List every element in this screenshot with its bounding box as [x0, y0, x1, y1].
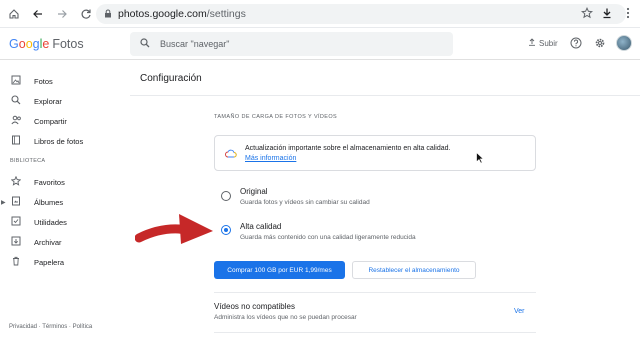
storage-notice: Actualización importante sobre el almace… — [214, 135, 536, 171]
radio-high-quality[interactable] — [221, 225, 231, 235]
menu-icon[interactable] — [618, 3, 638, 23]
section-title: TAMAÑO DE CARGA DE FOTOS Y VÍDEOS — [214, 114, 338, 120]
url-host: photos.google.com — [118, 8, 207, 20]
search-icon — [140, 37, 150, 51]
sidebar-item-utilidades[interactable]: Utilidades — [10, 215, 67, 229]
trash-icon — [10, 256, 22, 268]
avatar[interactable] — [616, 35, 632, 51]
upload-icon — [528, 38, 536, 48]
back-icon[interactable] — [30, 6, 46, 22]
option-desc-high-quality: Guarda más contenido con una calidad lig… — [240, 234, 416, 241]
sidebar-item-label: Libros de fotos — [34, 136, 84, 146]
download-icon[interactable] — [597, 3, 617, 23]
sidebar-item-label: Explorar — [34, 96, 62, 106]
logo-product: Fotos — [52, 37, 84, 51]
cloud-icon — [225, 149, 237, 161]
archive-icon — [10, 236, 22, 248]
unsupported-videos-title: Vídeos no compatibles — [214, 302, 295, 311]
option-desc-original: Guarda fotos y vídeos sin cambiar su cal… — [240, 199, 370, 206]
book-icon — [10, 135, 22, 147]
sidebar-item-label: Archivar — [34, 237, 62, 247]
upload-label: Subir — [539, 38, 558, 48]
help-icon[interactable] — [569, 36, 583, 50]
sidebar-item-label: Fotos — [34, 76, 53, 86]
sidebar-item-libros[interactable]: Libros de fotos — [10, 134, 83, 148]
search-input[interactable]: Buscar "navegar" — [130, 32, 453, 56]
sidebar-item-label: Compartir — [34, 116, 67, 126]
option-label-original: Original — [240, 187, 268, 196]
address-bar[interactable]: photos.google.com/settings — [96, 4, 626, 24]
sidebar-item-compartir[interactable]: Compartir — [10, 114, 67, 128]
sidebar-item-albumes[interactable]: Álbumes — [10, 195, 63, 209]
browser-toolbar: photos.google.com/settings — [0, 0, 640, 28]
sidebar-item-label: Favoritos — [34, 177, 65, 187]
lock-icon — [104, 9, 112, 20]
sidebar: Fotos Explorar Compartir Libros de fotos… — [0, 60, 130, 345]
sidebar-item-archivar[interactable]: Archivar — [10, 235, 62, 249]
restore-storage-button[interactable]: Restablecer el almacenamiento — [352, 261, 476, 279]
buy-storage-button[interactable]: Comprar 100 GB por EUR 1,99/mes — [214, 261, 345, 279]
google-photos-logo[interactable]: Google Fotos — [9, 37, 84, 51]
bookmark-star-icon[interactable] — [577, 3, 597, 23]
mouse-cursor-icon — [476, 152, 484, 164]
radio-original[interactable] — [221, 191, 231, 201]
upload-button[interactable]: Subir — [528, 38, 558, 48]
sidebar-item-explorar[interactable]: Explorar — [10, 94, 62, 108]
people-icon — [10, 115, 22, 127]
sidebar-item-papelera[interactable]: Papelera — [10, 255, 64, 269]
learn-more-link[interactable]: Más información — [245, 155, 296, 162]
sidebar-item-favoritos[interactable]: Favoritos — [10, 175, 65, 189]
home-icon[interactable] — [6, 6, 22, 22]
sidebar-item-label: Utilidades — [34, 217, 67, 227]
search-placeholder: Buscar "navegar" — [160, 39, 230, 49]
view-unsupported-link[interactable]: Ver — [514, 308, 525, 315]
expand-caret-icon[interactable]: ▶ — [1, 199, 6, 206]
url-path: /settings — [206, 8, 246, 20]
sidebar-item-label: Papelera — [34, 257, 65, 267]
unsupported-videos-desc: Administra los vídeos que no se puedan p… — [214, 314, 357, 321]
divider — [130, 95, 640, 96]
divider — [214, 332, 536, 333]
reload-icon[interactable] — [78, 6, 94, 22]
sidebar-item-fotos[interactable]: Fotos — [10, 74, 53, 88]
album-icon — [10, 196, 22, 208]
forward-icon[interactable] — [54, 6, 70, 22]
settings-gear-icon[interactable] — [593, 36, 607, 50]
sidebar-section-label: BIBLIOTECA — [10, 158, 46, 164]
search-icon — [10, 95, 22, 107]
app-header: Google Fotos Buscar "navegar" Subir — [0, 28, 640, 60]
star-icon — [10, 175, 22, 188]
divider — [214, 292, 536, 293]
annotation-arrow-icon — [135, 214, 213, 244]
option-label-high-quality: Alta calidad — [240, 222, 282, 231]
footer-links[interactable]: Privacidad · Términos · Política — [9, 324, 92, 330]
notice-text: Actualización importante sobre el almace… — [245, 145, 451, 152]
page-title: Configuración — [140, 73, 202, 84]
utilities-icon — [10, 216, 22, 228]
photo-icon — [10, 75, 22, 87]
sidebar-item-label: Álbumes — [34, 197, 64, 207]
